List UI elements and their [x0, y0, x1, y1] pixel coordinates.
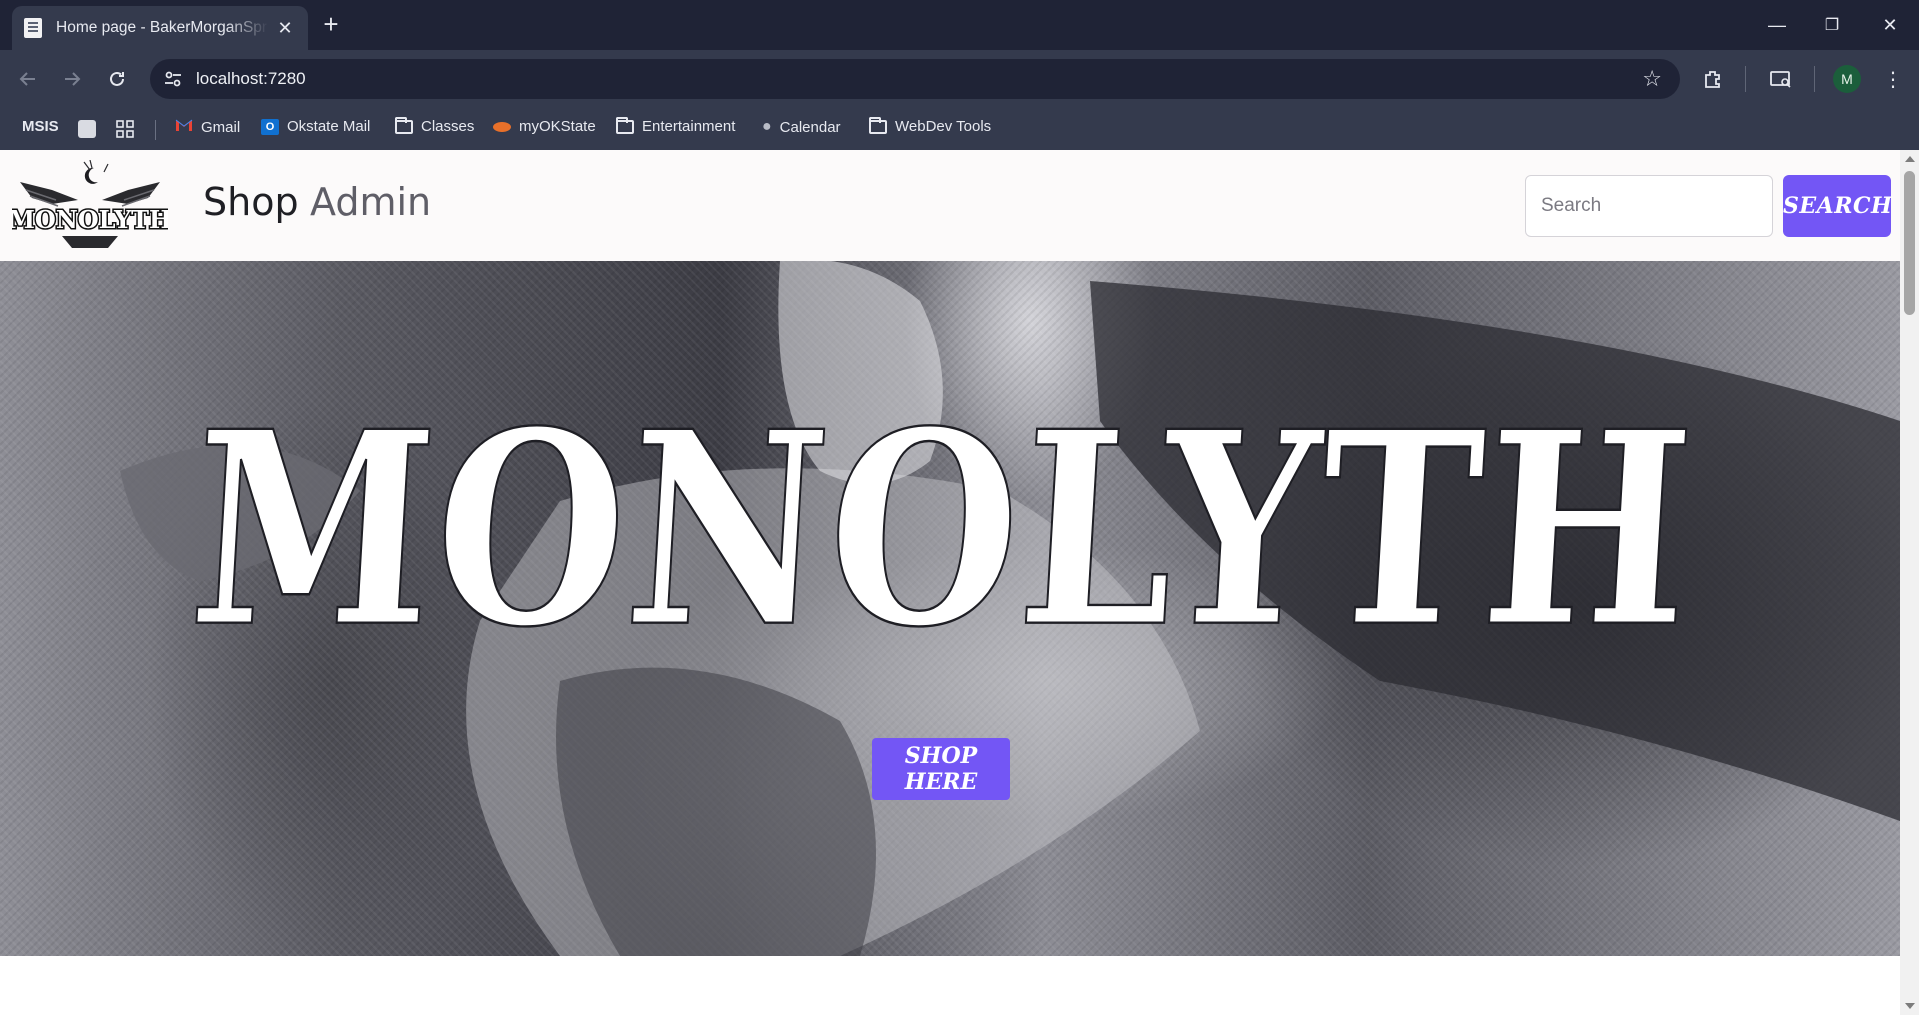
bookmark-label: Okstate Mail — [287, 118, 371, 135]
bookmark-okstate-mail[interactable]: O Okstate Mail — [261, 118, 370, 135]
back-arrow-icon[interactable] — [13, 64, 43, 94]
bookmark-webdev-tools[interactable]: WebDev Tools — [869, 116, 992, 135]
site-navbar: MONOLYTH Shop Admin SEARCH — [0, 150, 1900, 261]
bookmarks-bar: MSIS Gmail O Okstate Mail Classes myOKSt… — [0, 108, 1919, 150]
apple-icon: ● — [762, 118, 772, 135]
forward-arrow-icon[interactable] — [57, 64, 87, 94]
bookmark-label: Gmail — [201, 118, 241, 136]
restore-button[interactable]: ❐ — [1812, 10, 1852, 40]
browser-tab-active[interactable]: Home page - BakerMorganSpring ✕ — [12, 6, 308, 50]
bookmark-entertainment[interactable]: Entertainment — [616, 116, 736, 135]
folder-icon — [616, 116, 634, 134]
logo-wordmark: MONOLYTH — [12, 205, 168, 234]
monolyth-logo[interactable]: MONOLYTH — [7, 159, 173, 254]
close-window-button[interactable]: ✕ — [1870, 10, 1910, 40]
scrollbar-thumb[interactable] — [1904, 171, 1915, 315]
apps-grid-icon[interactable] — [116, 120, 134, 138]
bookmark-app-icon[interactable] — [78, 120, 96, 138]
outlook-icon: O — [261, 118, 279, 135]
search-input[interactable] — [1525, 175, 1773, 237]
page-favicon-icon — [24, 18, 42, 38]
cast-search-icon[interactable] — [1766, 64, 1796, 94]
tab-title: Home page - BakerMorganSpring — [56, 19, 268, 36]
folder-icon — [395, 116, 413, 134]
okstate-icon — [493, 121, 511, 132]
site-info-icon[interactable] — [162, 68, 184, 90]
page-scrollbar[interactable] — [1900, 150, 1919, 1015]
toolbar-divider — [1814, 66, 1815, 92]
gmail-icon — [175, 118, 193, 136]
scroll-down-arrow-icon[interactable] — [1905, 1003, 1915, 1009]
folder-icon — [869, 116, 887, 134]
new-tab-button[interactable]: + — [318, 11, 344, 38]
bookmark-label: myOKState — [519, 118, 596, 135]
minimize-button[interactable]: — — [1757, 10, 1797, 40]
bookmark-myokstate[interactable]: myOKState — [493, 118, 596, 135]
hero-title: MONOLYTH — [183, 373, 1703, 688]
bookmark-divider — [155, 120, 156, 140]
bookmark-label: MSIS — [22, 118, 59, 135]
hero-banner: MONOLYTH SHOP HERE — [0, 261, 1900, 956]
reload-icon[interactable] — [102, 64, 132, 94]
more-menu-icon[interactable]: ⋮ — [1878, 64, 1908, 94]
scroll-up-arrow-icon[interactable] — [1905, 156, 1915, 162]
nav-shop-link[interactable]: Shop — [203, 180, 299, 224]
tab-close-icon[interactable]: ✕ — [274, 17, 296, 39]
web-page: MONOLYTH Shop Admin SEARCH MONOLYTH SHOP… — [0, 150, 1900, 1015]
bookmark-label: WebDev Tools — [895, 118, 992, 135]
page-content-below-hero — [0, 956, 1900, 1015]
browser-titlebar: Home page - BakerMorganSpring ✕ + — ❐ ✕ — [0, 0, 1919, 50]
bookmark-calendar[interactable]: ● Calendar — [762, 118, 841, 136]
bookmark-label: Classes — [421, 118, 475, 135]
bookmark-gmail[interactable]: Gmail — [175, 118, 240, 136]
url-text: localhost:7280 — [196, 69, 306, 88]
address-bar[interactable]: localhost:7280 ☆ — [150, 59, 1680, 99]
bookmark-label: Calendar — [779, 118, 841, 136]
bookmark-label: Entertainment — [642, 118, 736, 135]
extensions-icon[interactable] — [1698, 64, 1728, 94]
toolbar-divider — [1745, 66, 1746, 92]
profile-avatar[interactable]: M — [1833, 65, 1861, 93]
nav-admin-link[interactable]: Admin — [310, 180, 431, 224]
shop-here-button[interactable]: SHOP HERE — [872, 738, 1010, 800]
bookmark-msis[interactable]: MSIS — [22, 118, 59, 135]
browser-toolbar: localhost:7280 ☆ ⋮ — [0, 50, 1919, 108]
bookmark-star-icon[interactable]: ☆ — [1642, 66, 1662, 92]
search-button[interactable]: SEARCH — [1783, 175, 1892, 237]
bookmark-classes[interactable]: Classes — [395, 116, 475, 135]
